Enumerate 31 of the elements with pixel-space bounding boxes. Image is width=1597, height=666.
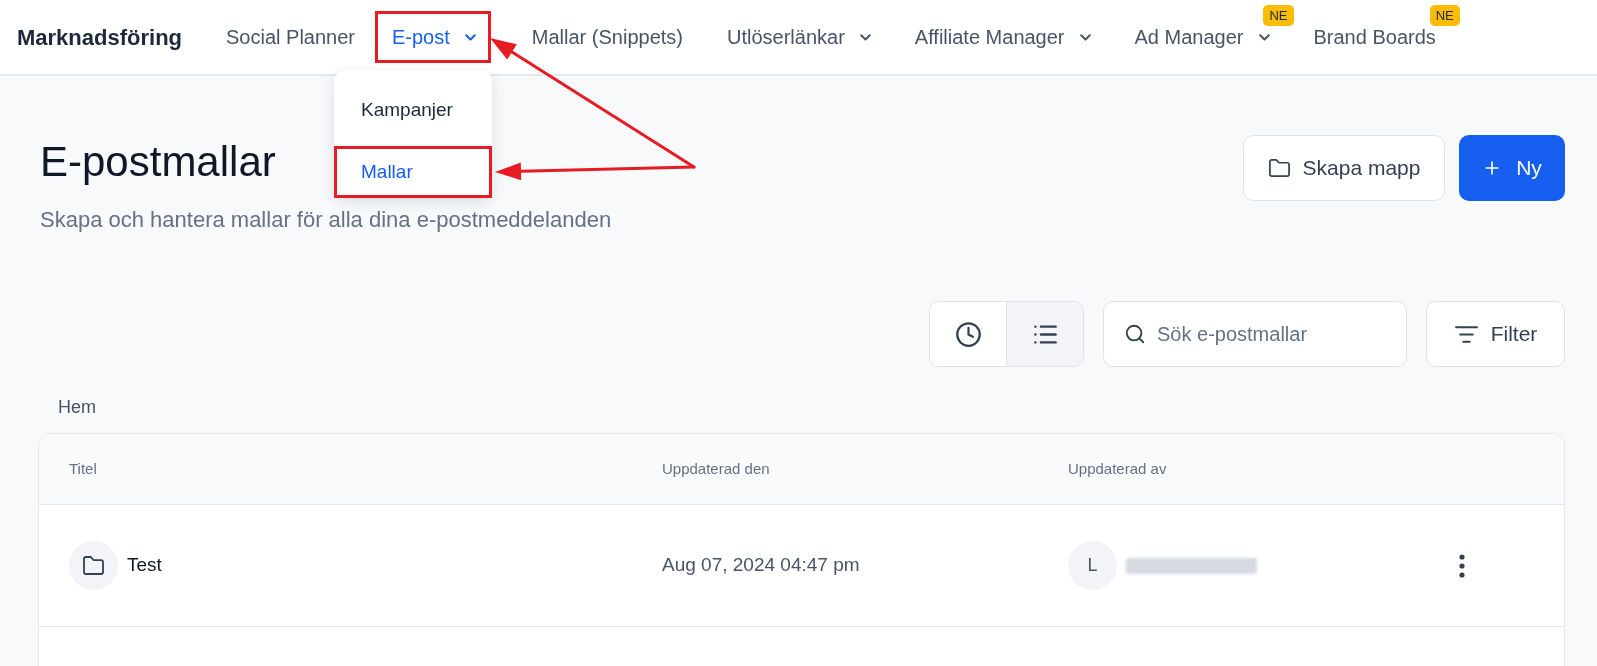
clock-icon — [954, 320, 982, 348]
menu-item[interactable]: Kampanjer — [334, 79, 492, 141]
new-badge: NE — [1263, 5, 1294, 26]
view-mode-button[interactable] — [1006, 302, 1083, 366]
nav-tab[interactable]: Utlöserlänkar — [727, 25, 871, 49]
table-cell-text: Aug 07, 2024 04:47 pm — [662, 553, 860, 578]
breadcrumb-link[interactable]: Hem — [58, 397, 96, 417]
search-icon — [1124, 323, 1146, 345]
app-title: Marknadsföring — [17, 23, 183, 52]
nav-tab[interactable]: Ad Manager — [1134, 25, 1270, 49]
page-title: E-postmallar — [40, 137, 276, 187]
menu-item[interactable]: Mallar — [337, 149, 489, 195]
search-field[interactable]: Sök e-postmallar — [1103, 301, 1407, 367]
page-subtitle: Skapa och hantera mallar för alla dina e-postmeddelanden — [40, 206, 612, 234]
nav-tab[interactable]: Social Planner — [226, 25, 355, 49]
new-button[interactable]: Ny — [1459, 135, 1565, 201]
folder-icon — [1267, 156, 1291, 180]
filter-button[interactable]: Filter — [1426, 301, 1565, 367]
column-header: Uppdaterad av — [1068, 458, 1167, 479]
create-folder-button[interactable]: Skapa mapp — [1243, 135, 1445, 201]
column-header: Titel — [69, 458, 97, 479]
nav-tab[interactable]: Brand Boards — [1313, 25, 1436, 49]
nav-tab[interactable]: Affiliate Manager — [914, 25, 1091, 49]
table-cell-text: Test — [127, 553, 162, 578]
new-badge: NE — [1429, 5, 1460, 26]
avatar: L — [1068, 541, 1117, 590]
nav-tab[interactable]: Mallar (Snippets) — [531, 25, 683, 49]
folder-icon — [69, 541, 118, 590]
nav-tab[interactable]: E-post — [392, 25, 476, 49]
more-icon — [1459, 553, 1465, 578]
column-header: Uppdaterad den — [662, 458, 770, 479]
